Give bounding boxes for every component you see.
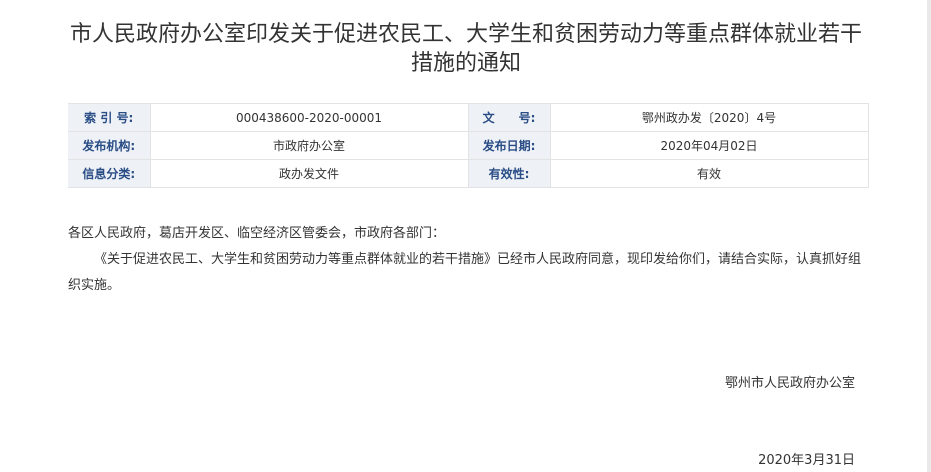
scrollbar-track[interactable] — [927, 0, 931, 472]
document-number-value: 鄂州政办发〔2020〕4号 — [549, 103, 869, 132]
validity-value: 有效 — [549, 159, 869, 188]
category-value: 政办发文件 — [149, 159, 469, 188]
metadata-row: 信息分类: 政办发文件 有效性: 有效 — [68, 159, 869, 188]
body-paragraph: 《关于促进农民工、大学生和贫困劳动力等重点群体就业的若干措施》已经市人民政府同意… — [68, 252, 862, 293]
category-label: 信息分类: — [68, 159, 150, 188]
publisher-label: 发布机构: — [68, 131, 150, 160]
metadata-table: 索 引 号: 000438600-2020-00001 文 号: 鄂州政办发〔2… — [68, 103, 869, 188]
document-title: 市人民政府办公室印发关于促进农民工、大学生和贫困劳动力等重点群体就业若干措施的通… — [69, 22, 862, 76]
document-number-label: 文 号: — [468, 103, 550, 132]
metadata-row: 发布机构: 市政府办公室 发布日期: 2020年04月02日 — [68, 131, 869, 160]
publish-date-label: 发布日期: — [468, 131, 550, 160]
salutation: 各区人民政府，葛店开发区、临空经济区管委会，市政府各部门： — [68, 226, 446, 241]
signature: 鄂州市人民政府办公室 — [724, 376, 855, 391]
publisher-value: 市政府办公室 — [149, 131, 469, 160]
index-number-value: 000438600-2020-00001 — [149, 103, 469, 132]
publish-date-value: 2020年04月02日 — [549, 131, 869, 160]
metadata-row: 索 引 号: 000438600-2020-00001 文 号: 鄂州政办发〔2… — [68, 103, 869, 132]
index-number-label: 索 引 号: — [68, 103, 150, 132]
signature-date: 2020年3月31日 — [758, 453, 855, 468]
validity-label: 有效性: — [468, 159, 550, 188]
document-body: 各区人民政府，葛店开发区、临空经济区管委会，市政府各部门： 《关于促进农民工、大… — [68, 221, 868, 299]
